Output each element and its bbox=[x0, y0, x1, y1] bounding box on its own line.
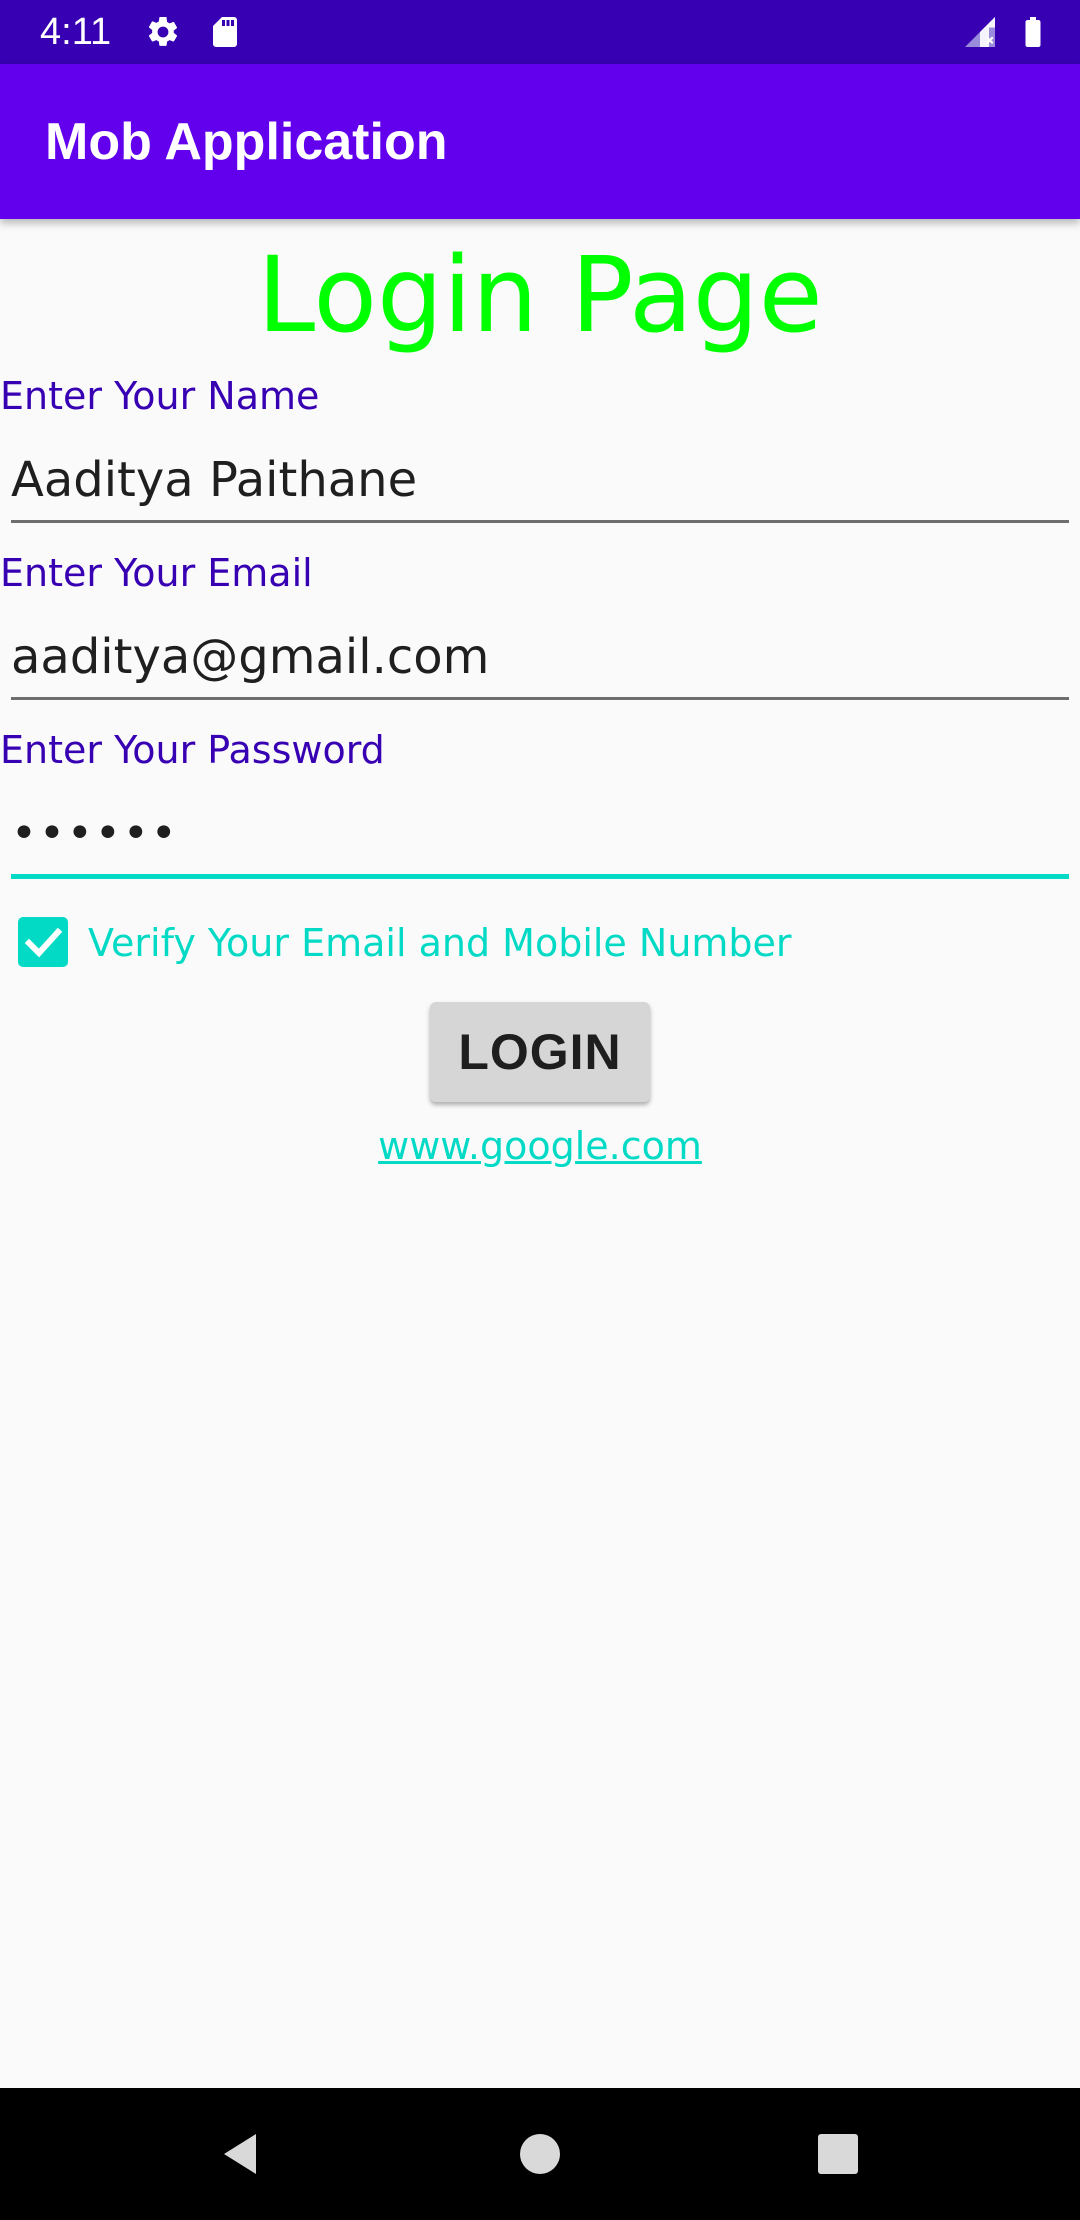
name-field[interactable]: Aaditya Paithane bbox=[11, 440, 1069, 523]
verify-checkbox[interactable] bbox=[18, 917, 68, 967]
status-bar: 4:11 bbox=[0, 0, 1080, 64]
page-title: Login Page bbox=[257, 234, 823, 356]
google-link[interactable]: www.google.com bbox=[0, 1122, 1080, 1170]
name-value: Aaditya Paithane bbox=[11, 452, 418, 508]
verify-checkbox-label: Verify Your Email and Mobile Number bbox=[88, 921, 792, 965]
login-button[interactable]: LOGIN bbox=[430, 1002, 650, 1102]
email-value: aaditya@gmail.com bbox=[11, 629, 490, 685]
verify-checkbox-row[interactable]: Verify Your Email and Mobile Number bbox=[18, 915, 818, 971]
name-label: Enter Your Name bbox=[0, 374, 320, 418]
password-label: Enter Your Password bbox=[0, 728, 385, 772]
gear-icon bbox=[145, 14, 181, 50]
battery-icon bbox=[1015, 14, 1051, 50]
back-icon[interactable] bbox=[212, 2126, 268, 2182]
home-icon[interactable] bbox=[512, 2126, 568, 2182]
check-icon bbox=[24, 927, 63, 958]
app-title: Mob Application bbox=[45, 113, 448, 171]
signal-icon bbox=[962, 14, 998, 50]
sd-card-icon bbox=[207, 14, 243, 50]
password-field[interactable]: •••••• bbox=[11, 794, 1069, 879]
email-label: Enter Your Email bbox=[0, 551, 313, 595]
status-time: 4:11 bbox=[40, 11, 112, 53]
app-bar: Mob Application bbox=[0, 64, 1080, 219]
recents-icon[interactable] bbox=[810, 2126, 866, 2182]
password-value: •••••• bbox=[11, 808, 179, 859]
email-field[interactable]: aaditya@gmail.com bbox=[11, 617, 1069, 700]
nav-bar bbox=[0, 2088, 1080, 2220]
